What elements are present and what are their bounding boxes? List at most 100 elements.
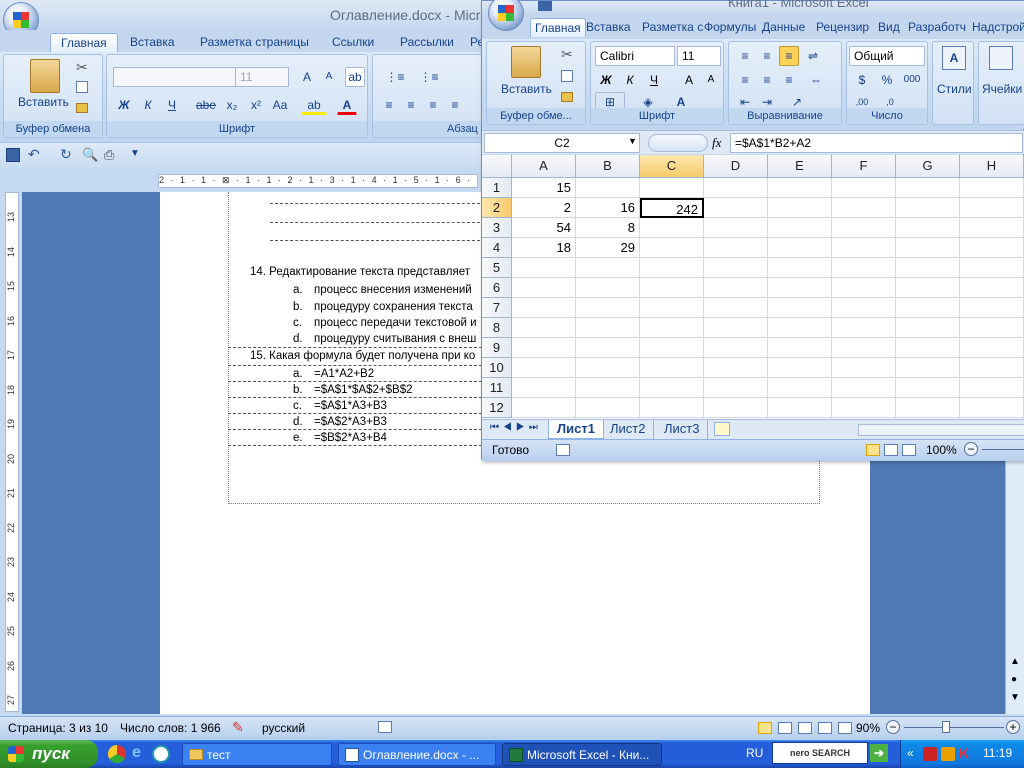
cell-F7[interactable] bbox=[832, 298, 896, 318]
excel-tab-insert[interactable]: Вставка bbox=[582, 18, 635, 37]
cell-C6[interactable] bbox=[640, 278, 704, 298]
page-break-view-icon[interactable] bbox=[902, 444, 916, 456]
excel-save-icon[interactable] bbox=[538, 1, 552, 11]
excel-paste-button[interactable]: Вставить bbox=[501, 82, 552, 96]
page-count[interactable]: Страница: 3 из 10 bbox=[8, 721, 108, 735]
cell-B8[interactable] bbox=[576, 318, 640, 338]
row-header-7[interactable]: 7 bbox=[482, 298, 512, 318]
cell-F6[interactable] bbox=[832, 278, 896, 298]
cell-A11[interactable] bbox=[512, 378, 576, 398]
excel-font-size-input[interactable]: 11 bbox=[677, 46, 721, 66]
cell-F5[interactable] bbox=[832, 258, 896, 278]
cell-H4[interactable] bbox=[960, 238, 1024, 258]
cell-E7[interactable] bbox=[768, 298, 832, 318]
cell-C10[interactable] bbox=[640, 358, 704, 378]
cell-H10[interactable] bbox=[960, 358, 1024, 378]
merge-cells-icon[interactable]: ⇔ bbox=[803, 70, 829, 90]
vertical-ruler[interactable]: 13 14 15 16 17 18 19 20 21 22 23 24 25 26 27 bbox=[0, 192, 22, 712]
chrome-icon[interactable] bbox=[108, 745, 126, 763]
cell-A3[interactable]: 54 bbox=[512, 218, 576, 238]
excel-bold-button[interactable]: Ж bbox=[595, 70, 617, 90]
italic-button[interactable]: К bbox=[137, 95, 159, 115]
excel-paste-icon[interactable] bbox=[511, 46, 541, 78]
cell-E9[interactable] bbox=[768, 338, 832, 358]
cell-F10[interactable] bbox=[832, 358, 896, 378]
nero-search-box[interactable]: nero SEARCH bbox=[772, 742, 868, 764]
styles-icon[interactable]: A bbox=[942, 46, 966, 70]
spreadsheet-grid[interactable]: ABCDEFGH 1 2 3 4 5 6 7 8 9 10 11 12 15 2 16 242 54 8 18 29 bbox=[482, 155, 1024, 419]
row-header-8[interactable]: 8 bbox=[482, 318, 512, 338]
cell-G8[interactable] bbox=[896, 318, 960, 338]
format-painter-icon[interactable] bbox=[76, 103, 88, 113]
start-button[interactable]: пуск bbox=[0, 740, 98, 768]
print-layout-icon[interactable] bbox=[758, 722, 772, 734]
zoom-slider[interactable] bbox=[904, 727, 1004, 728]
cell-G1[interactable] bbox=[896, 178, 960, 198]
zoom-slider-thumb[interactable] bbox=[942, 721, 950, 733]
align-right-icon[interactable]: ≡ bbox=[423, 95, 443, 115]
justify-icon[interactable]: ≡ bbox=[445, 95, 465, 115]
horizontal-scrollbar[interactable] bbox=[858, 424, 1024, 436]
cell-C2[interactable]: 242 bbox=[640, 198, 704, 218]
number-format-select[interactable]: Общий bbox=[849, 46, 925, 66]
cell-D4[interactable] bbox=[704, 238, 768, 258]
normal-view-icon[interactable] bbox=[866, 444, 880, 456]
row-header-11[interactable]: 11 bbox=[482, 378, 512, 398]
taskbar-button-folder[interactable]: тест bbox=[182, 743, 332, 766]
excel-cut-icon[interactable]: ✂ bbox=[561, 46, 573, 63]
align-left-icon[interactable]: ≡ bbox=[379, 95, 399, 115]
shrink-font-icon[interactable]: A bbox=[319, 67, 339, 87]
excel-tab-addins[interactable]: Надстрой bbox=[968, 18, 1024, 37]
cell-G4[interactable] bbox=[896, 238, 960, 258]
row-header-9[interactable]: 9 bbox=[482, 338, 512, 358]
excel-zoom-slider[interactable] bbox=[982, 449, 1024, 450]
cell-C5[interactable] bbox=[640, 258, 704, 278]
cell-D12[interactable] bbox=[704, 398, 768, 418]
column-header-E[interactable]: E bbox=[768, 155, 832, 178]
word-paste-button[interactable]: Вставить bbox=[18, 95, 69, 109]
comma-format-icon[interactable]: 000 bbox=[899, 70, 925, 90]
align-top-icon[interactable]: ≡ bbox=[735, 46, 755, 66]
launcher-icon[interactable] bbox=[152, 745, 170, 763]
formula-bar-expander[interactable] bbox=[648, 134, 708, 152]
font-color-icon[interactable]: A bbox=[337, 95, 357, 115]
next-page-icon[interactable]: ▼ bbox=[1010, 692, 1020, 703]
full-screen-icon[interactable] bbox=[778, 722, 792, 734]
insert-function-icon[interactable]: fx bbox=[712, 135, 721, 151]
insert-sheet-icon[interactable] bbox=[714, 422, 730, 436]
word-tab-insert[interactable]: Вставка bbox=[120, 33, 185, 52]
tray-network-icon[interactable] bbox=[941, 747, 955, 761]
cell-H11[interactable] bbox=[960, 378, 1024, 398]
column-header-G[interactable]: G bbox=[896, 155, 960, 178]
align-bottom-icon[interactable]: ≡ bbox=[779, 46, 799, 66]
word-font-size-input[interactable]: 11 bbox=[235, 67, 289, 87]
horizontal-ruler[interactable]: 2 · 1 · 1 · ⊠ · 1 · 1 · 2 · 1 · 3 · 1 · … bbox=[0, 170, 480, 192]
row-header-4[interactable]: 4 bbox=[482, 238, 512, 258]
zoom-out-icon[interactable]: − bbox=[886, 720, 900, 734]
name-box[interactable]: C2 bbox=[484, 133, 640, 153]
bullets-icon[interactable]: ⋮≡ bbox=[379, 67, 411, 87]
taskbar-button-excel[interactable]: Microsoft Excel - Кни... bbox=[502, 743, 662, 766]
styles-button[interactable]: Стили bbox=[937, 82, 972, 96]
excel-tab-review[interactable]: Рецензир bbox=[812, 18, 873, 37]
cell-B2[interactable]: 16 bbox=[576, 198, 640, 218]
language-bar[interactable]: RU bbox=[746, 746, 763, 760]
excel-format-painter-icon[interactable] bbox=[561, 92, 573, 102]
cell-E6[interactable] bbox=[768, 278, 832, 298]
cell-E10[interactable] bbox=[768, 358, 832, 378]
row-header-6[interactable]: 6 bbox=[482, 278, 512, 298]
print-icon[interactable]: ⎙ bbox=[104, 147, 114, 163]
browse-object-icon[interactable]: ● bbox=[1011, 674, 1017, 685]
language-indicator[interactable]: русский bbox=[262, 721, 305, 735]
cell-H8[interactable] bbox=[960, 318, 1024, 338]
column-header-B[interactable]: B bbox=[576, 155, 640, 178]
excel-shrink-font-icon[interactable]: A bbox=[701, 70, 721, 90]
cell-H5[interactable] bbox=[960, 258, 1024, 278]
tray-expand-icon[interactable]: « bbox=[907, 746, 914, 760]
cell-C3[interactable] bbox=[640, 218, 704, 238]
cell-H1[interactable] bbox=[960, 178, 1024, 198]
excel-align-left-icon[interactable]: ≡ bbox=[735, 70, 755, 90]
row-header-3[interactable]: 3 bbox=[482, 218, 512, 238]
cut-icon[interactable]: ✂ bbox=[76, 59, 88, 76]
wrap-text-icon[interactable]: ⇌ bbox=[803, 46, 823, 66]
